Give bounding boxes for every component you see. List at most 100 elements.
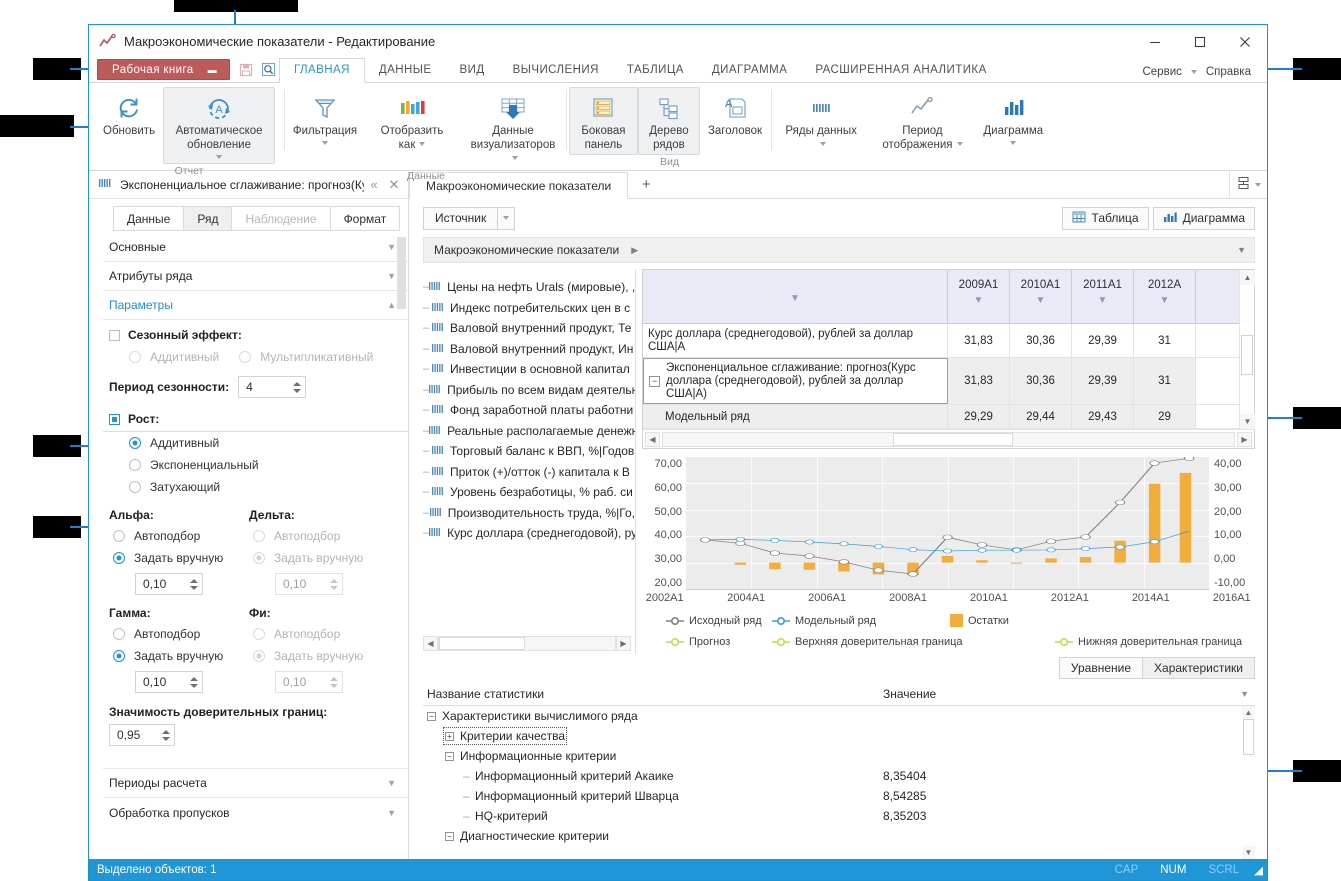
stepper-arrows[interactable] (288, 377, 305, 397)
alpha-manual-radio[interactable] (113, 552, 125, 564)
collapse-toggle-icon[interactable]: − (445, 832, 454, 841)
list-item[interactable]: –Курс доллара (среднегодовой), ру (423, 523, 635, 544)
alpha-manual-row[interactable]: Задать вручную (109, 547, 249, 569)
stepper-arrows[interactable] (185, 672, 202, 692)
ribbon-tab-home[interactable]: ГЛАВНАЯ (279, 58, 365, 83)
collapse-toggle-icon[interactable]: − (427, 712, 436, 721)
chevron-down-icon[interactable]: ▼ (1237, 245, 1246, 255)
chart-button[interactable]: Диаграмма (977, 87, 1050, 151)
list-item[interactable]: –Приток (+)/отток (-) капитала к В (423, 462, 635, 483)
list-item[interactable]: –Торговый баланс к ВВП, %|Годов (423, 441, 635, 462)
equation-button[interactable]: Уравнение (1059, 657, 1143, 679)
growth-damped-row[interactable]: Затухающий (103, 476, 408, 498)
list-item[interactable]: –Валовой внутренний продукт, Ин (423, 339, 635, 360)
stepper-arrows[interactable] (185, 574, 202, 594)
layout-icon[interactable] (1236, 176, 1251, 194)
status-indicator-scrl[interactable]: SCRL (1197, 864, 1250, 876)
header-button[interactable]: A Заголовок (700, 87, 770, 142)
list-item[interactable]: –Фонд заработной платы работни (423, 400, 635, 421)
table-row[interactable]: – Информационный критерий Акаике 8,35404 (423, 766, 1255, 786)
growth-additive-row[interactable]: Аддитивный (103, 432, 408, 454)
gamma-manual-row[interactable]: Задать вручную (109, 645, 249, 667)
legend-item-model[interactable]: Модельный ряд (772, 615, 950, 627)
status-indicator-num[interactable]: NUM (1149, 864, 1197, 876)
section-series-attributes[interactable]: Атрибуты ряда ▼ (103, 262, 408, 291)
ribbon-tab-table[interactable]: ТАБЛИЦА (613, 58, 698, 82)
confidence-value-input[interactable]: 0,95 (109, 724, 175, 746)
ribbon-tab-chart[interactable]: ДИАГРАММА (698, 58, 801, 82)
scroll-down-icon[interactable]: ▼ (1240, 414, 1255, 429)
alpha-auto-row[interactable]: Автоподбор (109, 525, 249, 547)
source-button[interactable]: Источник (423, 207, 497, 230)
menu-help[interactable]: Справка (1200, 66, 1257, 78)
ribbon-tab-data[interactable]: ДАННЫЕ (365, 58, 446, 82)
scroll-track[interactable] (662, 432, 1235, 447)
data-series-button[interactable]: Ряды данных (774, 87, 868, 155)
filter-icon[interactable]: ▼ (974, 295, 984, 306)
growth-checkbox[interactable] (109, 414, 120, 425)
auto-refresh-button[interactable]: A Автоматическое обновление (163, 87, 275, 164)
expand-toggle-icon[interactable]: + (445, 732, 454, 741)
chevron-down-icon[interactable] (216, 152, 222, 161)
display-period-button[interactable]: Период отображения (868, 87, 976, 155)
plus-icon[interactable]: + (628, 171, 664, 198)
scroll-up-icon[interactable]: ▲ (1242, 706, 1255, 719)
legend-item-original[interactable]: Исходный ряд (642, 615, 772, 627)
table-row[interactable]: Модельный ряд 29,29 29,44 29,43 29 (643, 405, 1239, 429)
filter-icon[interactable]: ▼ (790, 293, 800, 304)
column-header-name[interactable]: ▼ (643, 270, 948, 323)
ribbon-tab-calculations[interactable]: ВЫЧИСЛЕНИЯ (499, 58, 613, 82)
data-grid-vscrollbar[interactable]: ▲ ▼ (1239, 270, 1254, 429)
data-grid-hscrollbar[interactable]: ◀ ▶ (643, 429, 1254, 448)
scroll-right-icon[interactable]: ▶ (1237, 432, 1252, 447)
ribbon-tab-advanced-analytics[interactable]: РАСШИРЕННАЯ АНАЛИТИКА (801, 58, 1000, 82)
scroll-track[interactable] (438, 636, 616, 651)
close-icon[interactable] (1222, 26, 1267, 58)
table-row[interactable]: Курс доллара (среднегодовой), рублей за … (643, 324, 1239, 358)
save-icon[interactable] (236, 59, 257, 80)
scroll-right-icon[interactable]: ▶ (616, 636, 631, 651)
maximize-icon[interactable] (1177, 26, 1222, 58)
legend-item-lower-bound[interactable]: Нижняя доверительная граница (1055, 636, 1242, 648)
table-row[interactable]: − Диагностические критерии (423, 826, 1255, 846)
growth-exponential-radio[interactable] (129, 459, 141, 471)
series-tree-button[interactable]: Дерево рядов (638, 87, 700, 155)
menu-service[interactable]: Сервис (1136, 66, 1187, 78)
filter-icon[interactable]: ▼ (1160, 295, 1170, 306)
table-row[interactable]: + Критерии качества (423, 726, 1255, 746)
filter-icon[interactable]: ▼ (1240, 689, 1255, 699)
seasonal-effect-checkbox-row[interactable]: Сезонный эффект: (103, 320, 408, 346)
gamma-auto-row[interactable]: Автоподбор (109, 623, 249, 645)
gamma-manual-radio[interactable] (113, 650, 125, 662)
status-indicator-cap[interactable]: CAP (1104, 864, 1150, 876)
tab-data[interactable]: Данные (113, 206, 184, 231)
column-header-2011A1[interactable]: 2011A1 ▼ (1072, 270, 1134, 323)
chevron-down-icon[interactable] (1255, 183, 1261, 187)
stepper-arrows[interactable] (157, 725, 174, 745)
table-row[interactable]: − Информационные критерии (423, 746, 1255, 766)
tab-format[interactable]: Формат (330, 206, 401, 231)
legend-item-upper-bound[interactable]: Верхняя доверительная граница (772, 636, 1055, 648)
table-row[interactable]: − Характеристики вычислимого ряда (423, 706, 1255, 726)
view-chart-button[interactable]: Диаграмма (1153, 207, 1255, 230)
chevron-down-icon[interactable] (1191, 70, 1197, 74)
filter-icon[interactable]: ▼ (1098, 295, 1108, 306)
growth-exponential-row[interactable]: Экспоненциальный (103, 454, 408, 476)
section-missing-handling[interactable]: Обработка пропусков ▼ (103, 798, 408, 827)
display-as-button[interactable]: Отобразить как (363, 87, 461, 155)
growth-damped-radio[interactable] (129, 481, 141, 493)
refresh-button[interactable]: Обновить (95, 87, 163, 151)
column-header-2009A1[interactable]: 2009A1 ▼ (948, 270, 1010, 323)
list-item[interactable]: –Валовой внутренний продукт, Те (423, 318, 635, 339)
section-basic[interactable]: Основные ▼ (103, 233, 408, 262)
scroll-left-icon[interactable]: ◀ (645, 432, 660, 447)
list-item[interactable]: –Производительность труда, %|Го, (423, 503, 635, 524)
collapse-toggle-icon[interactable]: − (445, 752, 454, 761)
scroll-down-icon[interactable]: ▼ (1242, 846, 1255, 859)
chevron-down-icon[interactable] (1010, 139, 1016, 148)
section-parameters[interactable]: Параметры ▲ (103, 291, 408, 320)
table-row[interactable]: – HQ-критерий 8,35203 (423, 806, 1255, 826)
alpha-value-input[interactable]: 0,10 (135, 573, 203, 595)
alpha-auto-radio[interactable] (113, 530, 125, 542)
growth-additive-radio[interactable] (129, 437, 141, 449)
